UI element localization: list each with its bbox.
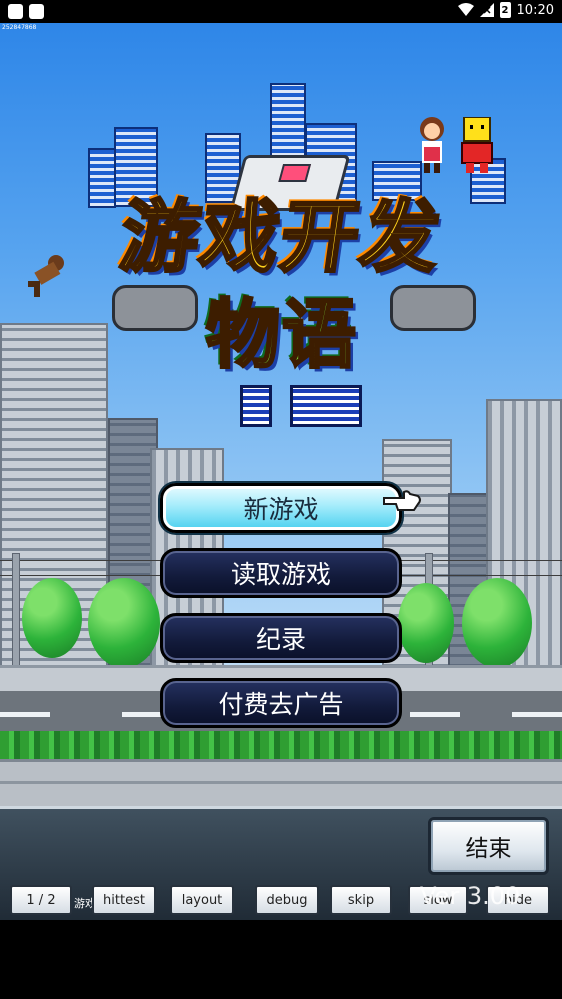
utility-pole [12, 553, 20, 675]
records-button[interactable]: 纪录 [160, 613, 402, 663]
signal-icon [479, 3, 494, 17]
layout-button[interactable]: layout [170, 885, 234, 915]
logo-sub-box [290, 385, 362, 427]
page-indicator-button[interactable]: 1 / 2 [10, 885, 72, 915]
robot-character [461, 117, 493, 173]
battery-icon: 2 [499, 2, 511, 18]
status-time: 10:20 [516, 2, 554, 18]
status-bar: 2 10:20 [0, 0, 562, 23]
notification-icon [29, 4, 44, 19]
road-marking [410, 712, 460, 717]
tree [22, 578, 82, 658]
notification-icon [8, 4, 23, 19]
logo-title-line-2: 物语 [205, 291, 358, 380]
load-game-button[interactable]: 读取游戏 [160, 548, 402, 598]
end-button[interactable]: 结束 [428, 817, 549, 875]
logo-sub-box [240, 385, 272, 427]
debug-button[interactable]: debug [255, 885, 319, 915]
tree [462, 578, 532, 668]
skip-button[interactable]: skip [330, 885, 392, 915]
sidewalk-line [0, 781, 562, 784]
hedge [0, 731, 562, 759]
road-marking [0, 712, 50, 717]
hanging-character [28, 255, 64, 297]
logo-title-line-1: 游戏开发 [113, 192, 449, 285]
road-marking [512, 712, 562, 717]
bottom-black-area [0, 920, 562, 999]
hittest-button[interactable]: hittest [92, 885, 156, 915]
game-screen: 252847868 游戏开发 物语 新游戏 读取游戏 纪录 付费去广告 [0, 23, 562, 920]
remove-ads-button[interactable]: 付费去广告 [160, 678, 402, 728]
girl-character [420, 117, 444, 173]
new-game-button[interactable]: 新游戏 [160, 483, 402, 533]
build-id-label: 252847868 [2, 24, 37, 31]
hand-pointer-icon [383, 490, 421, 511]
tree [88, 578, 160, 668]
wifi-icon [457, 3, 474, 16]
tree [398, 583, 454, 663]
game-logo: 游戏开发 物语 [12, 115, 552, 427]
version-label: Ver 3.00 [420, 882, 521, 910]
